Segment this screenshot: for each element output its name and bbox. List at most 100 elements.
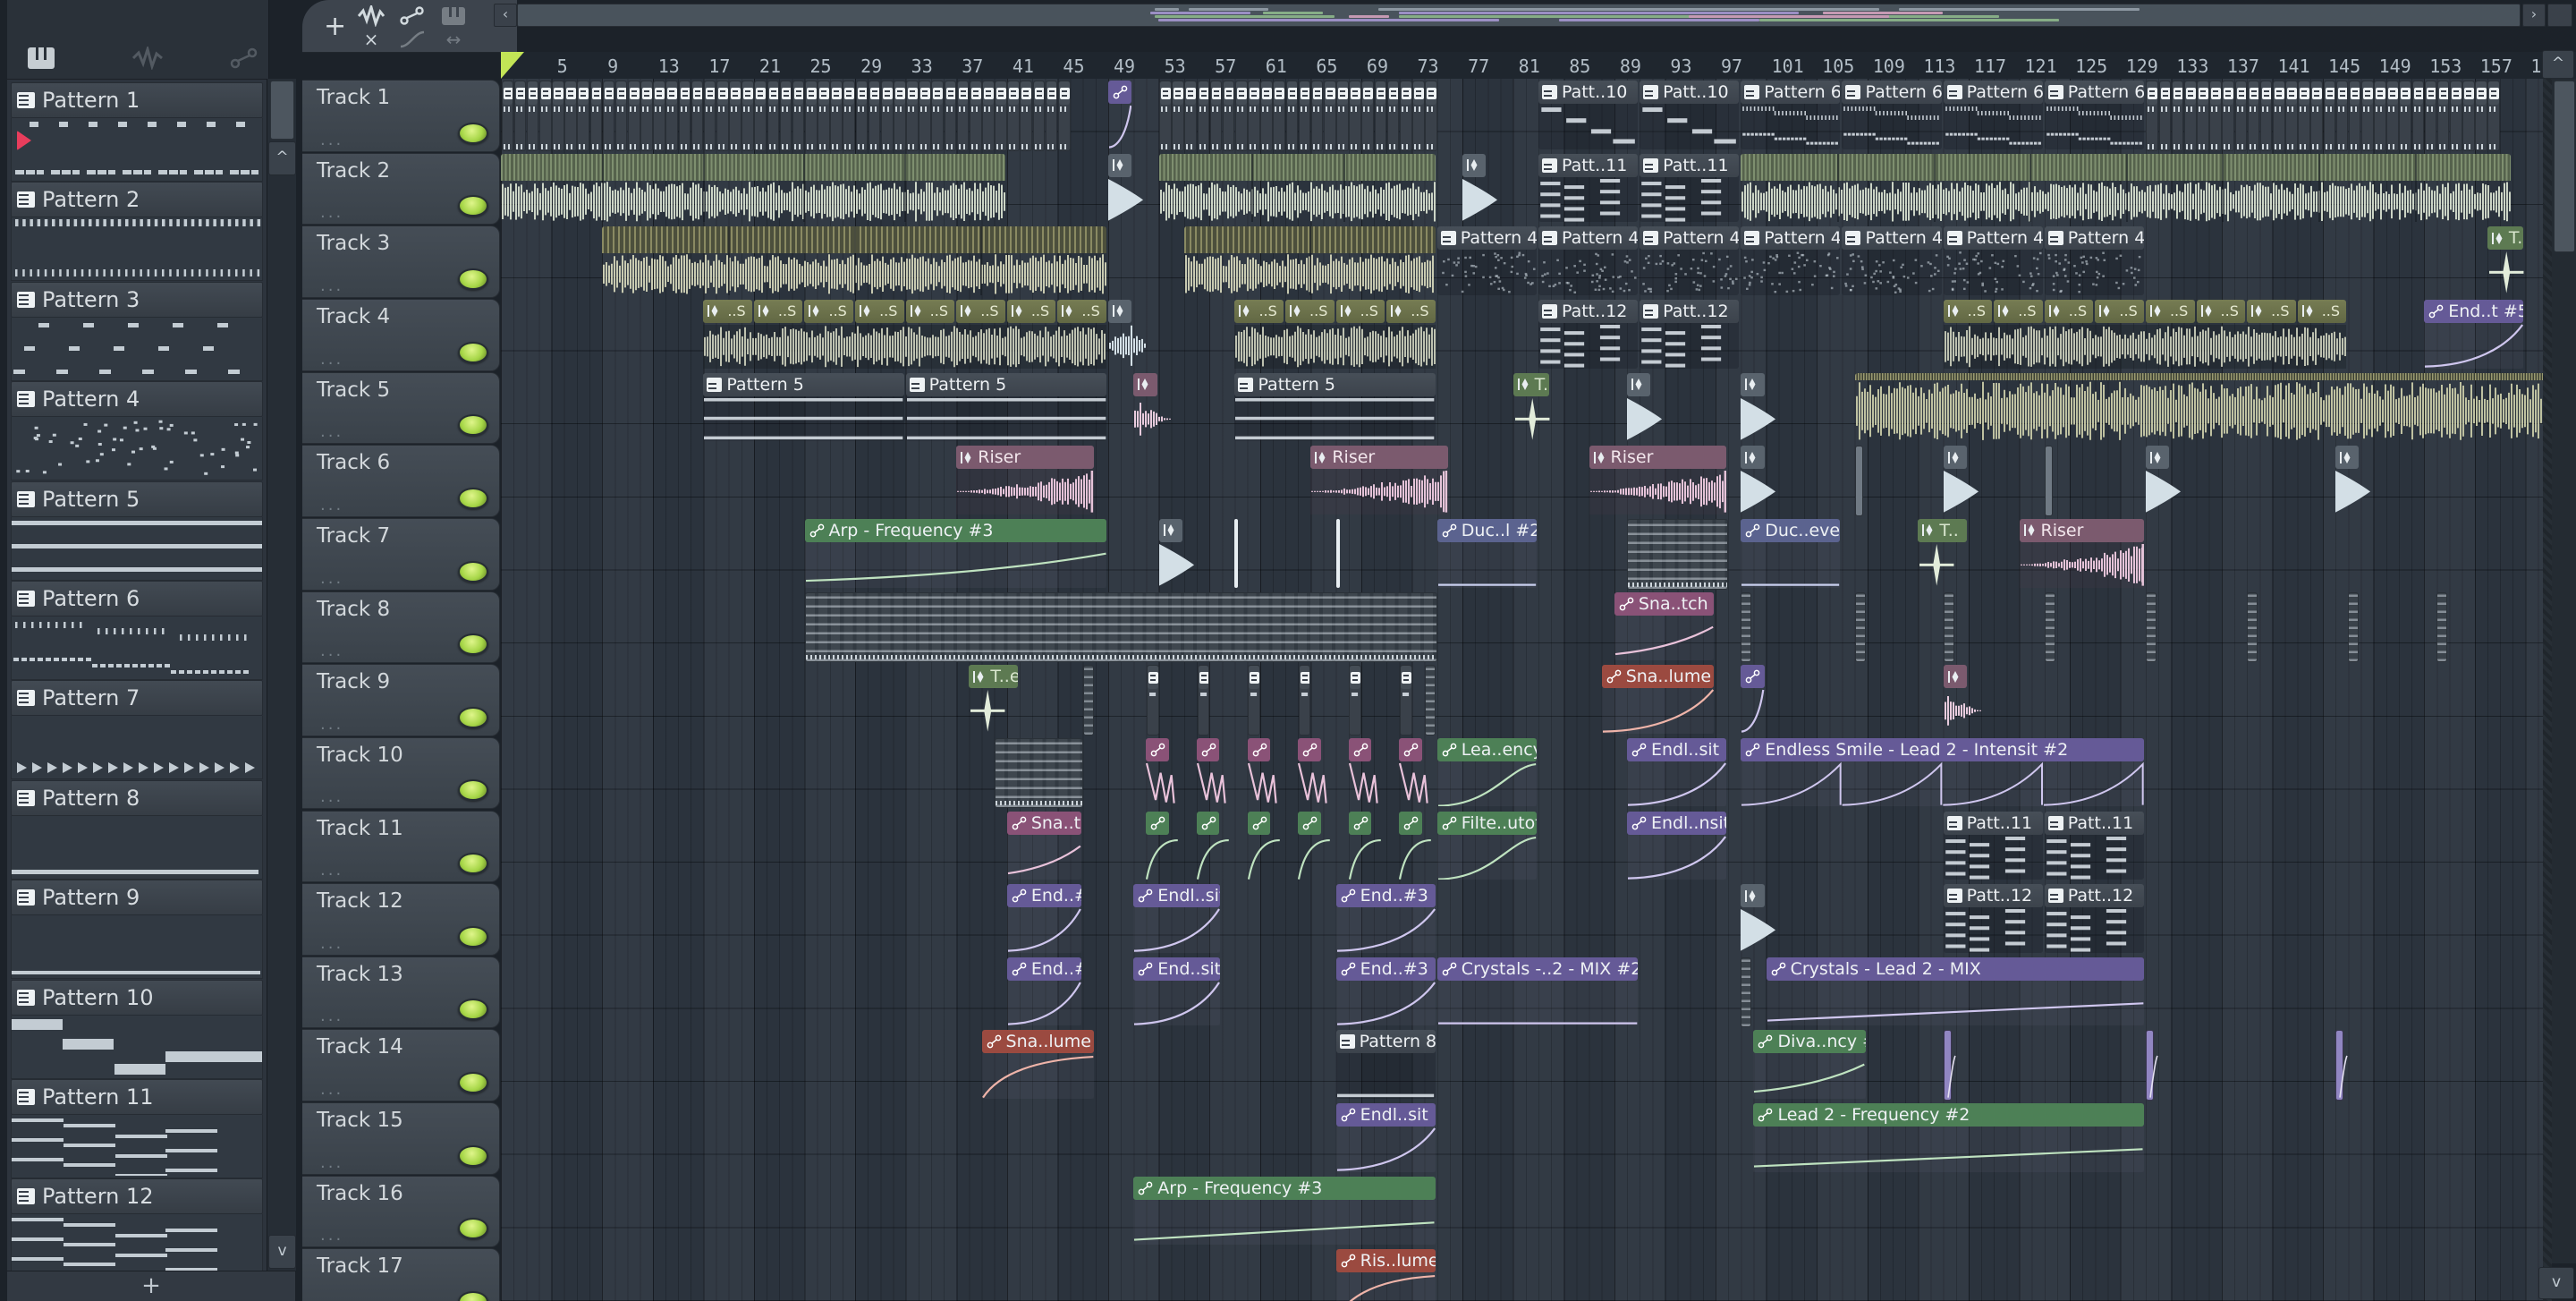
automation-clip[interactable]: Crystals -..2 - MIX #2 <box>1436 957 1639 1026</box>
sliced-clip-name-bar[interactable]: ..S <box>2297 299 2347 323</box>
pattern-clip-small[interactable] <box>1045 81 1058 151</box>
sliced-clip-name-bar[interactable]: ..S <box>2044 299 2094 323</box>
pattern-item-7[interactable]: Pattern 7 <box>11 680 263 780</box>
thin-clip[interactable] <box>1854 591 1866 663</box>
playlist-overview-scrollbar[interactable] <box>517 4 2521 27</box>
thin-clip[interactable] <box>1741 591 1752 663</box>
pattern-clip-small[interactable] <box>1399 665 1412 736</box>
automation-clip[interactable]: End..#3 <box>1335 884 1436 953</box>
clip-stub[interactable] <box>1158 518 1194 588</box>
track-mute-led[interactable] <box>458 853 488 875</box>
thin-clip[interactable] <box>1082 665 1094 736</box>
sliced-clip-name-bar[interactable]: ..S <box>1943 299 1993 323</box>
clip-stub[interactable]: T.. <box>2487 226 2524 295</box>
automation-clip[interactable]: Endl..sit <box>1335 1103 1436 1172</box>
track-mute-led[interactable] <box>458 1218 488 1240</box>
automation-stub[interactable] <box>1399 811 1432 880</box>
pattern-clip-small[interactable] <box>1184 81 1198 151</box>
automation-clip[interactable]: Diva..ncy #2 <box>1753 1030 1866 1100</box>
pattern-clip-small[interactable] <box>2436 81 2450 151</box>
thin-clip[interactable] <box>1943 1030 1956 1101</box>
riser-audio-clip[interactable]: Riser <box>2019 518 2144 588</box>
automation-stub[interactable] <box>1197 811 1230 880</box>
track-header-13[interactable]: Track 13... <box>302 956 500 1029</box>
clip-stub[interactable] <box>1133 372 1172 442</box>
pattern-clip[interactable]: Pattern 4 <box>1741 226 1841 295</box>
automation-stub[interactable] <box>1247 811 1281 880</box>
audio-clip[interactable] <box>501 153 1005 223</box>
track-header-5[interactable]: Track 5... <box>302 371 500 445</box>
pattern-clip[interactable]: Patt..11 <box>1538 153 1639 223</box>
pattern-clip-small[interactable] <box>843 81 856 151</box>
automation-source-icon[interactable] <box>399 5 426 27</box>
pattern-clip-small[interactable] <box>526 81 539 151</box>
track-mute-led[interactable] <box>458 925 488 948</box>
sliced-clip-name-bar[interactable]: ..S <box>905 299 955 323</box>
thin-clip[interactable] <box>1854 446 1863 516</box>
track-mute-led[interactable] <box>458 122 488 144</box>
track-mute-led[interactable] <box>458 999 488 1021</box>
track-header-15[interactable]: Track 15... <box>302 1102 500 1175</box>
automation-stub[interactable] <box>1348 737 1382 807</box>
pattern-clip-small[interactable] <box>602 81 615 151</box>
pattern-clip-small[interactable] <box>931 81 945 151</box>
pattern-item-11[interactable]: Pattern 11 <box>11 1079 263 1178</box>
pattern-clip-small[interactable] <box>855 81 869 151</box>
pattern-clip-small[interactable] <box>1007 81 1020 151</box>
pattern-clip[interactable]: Patt..12 <box>2044 884 2144 953</box>
pattern-clip[interactable]: Pattern 6 <box>1741 81 1841 149</box>
sliced-clip-name-bar[interactable]: ..S <box>2095 299 2144 323</box>
pattern-clip-small[interactable] <box>589 81 603 151</box>
track-header-12[interactable]: Track 12... <box>302 883 500 956</box>
track-mute-led[interactable] <box>458 1144 488 1167</box>
pattern-clip-small[interactable] <box>1349 665 1361 736</box>
track-header-7[interactable]: Track 7... <box>302 517 500 591</box>
thin-clip[interactable] <box>2335 1030 2348 1101</box>
playlist-grid[interactable]: Patt..10 Patt..10 Pattern 6 Pattern 6 Patter… <box>501 79 2543 1301</box>
audio-clip[interactable] <box>1183 226 1436 295</box>
horizontal-move-icon[interactable]: ↔ <box>440 29 467 50</box>
track-header-8[interactable]: Track 8... <box>302 591 500 664</box>
track-mute-led[interactable] <box>458 1072 488 1094</box>
track-mute-led[interactable] <box>458 414 488 437</box>
pattern-clip[interactable]: Patt..10 <box>1538 81 1639 149</box>
pattern-clip-small[interactable] <box>956 81 970 151</box>
pattern-clip-small[interactable] <box>2386 81 2399 151</box>
pattern-clip-small[interactable] <box>640 81 653 151</box>
pattern-item-2[interactable]: Pattern 2 <box>11 182 263 282</box>
pattern-clip-small[interactable] <box>691 81 704 151</box>
pattern-clip-small[interactable] <box>1273 81 1286 151</box>
piano-icon[interactable] <box>27 47 57 70</box>
pattern-clip[interactable]: Pattern 4 <box>1436 226 1537 295</box>
pattern-clip-small[interactable] <box>2209 81 2222 151</box>
pattern-clip-small[interactable] <box>1197 665 1210 736</box>
pattern-item-9[interactable]: Pattern 9 <box>11 880 263 980</box>
pattern-clip-small[interactable] <box>1146 665 1159 736</box>
pattern-clip-small[interactable] <box>2374 81 2386 151</box>
riser-audio-clip[interactable]: Riser <box>1310 446 1448 514</box>
pattern-clip-small[interactable] <box>729 81 741 151</box>
pattern-clip-small[interactable] <box>2247 81 2260 151</box>
pattern-clip-small[interactable] <box>830 81 843 151</box>
thin-clip[interactable] <box>1943 591 1954 663</box>
pattern-clip-small[interactable] <box>1323 81 1336 151</box>
automation-clip[interactable]: End..#3 <box>1335 957 1436 1026</box>
thin-clip[interactable] <box>1741 957 1752 1028</box>
track-header-11[interactable]: Track 11... <box>302 810 500 883</box>
pattern-clip[interactable]: Pattern 4 <box>1943 226 2043 295</box>
pattern-clip-small[interactable] <box>2399 81 2412 151</box>
automation-stub[interactable] <box>1298 811 1331 880</box>
pattern-clip-small[interactable] <box>1386 81 1400 151</box>
pattern-clip-small[interactable] <box>1374 81 1387 151</box>
pattern-clip-small[interactable] <box>1032 81 1046 151</box>
pattern-clip-small[interactable] <box>995 81 1007 151</box>
pattern-source-icon[interactable] <box>440 5 467 27</box>
sliced-clip-name-bar[interactable]: ..S <box>2145 299 2195 323</box>
scroll-right-button[interactable]: › <box>2522 4 2546 27</box>
clip-stub[interactable] <box>1943 446 1979 514</box>
step-pattern-clip[interactable] <box>1626 518 1729 590</box>
scroll-left-button[interactable]: ‹ <box>494 4 517 27</box>
thin-clip[interactable] <box>2145 1030 2158 1101</box>
pattern-item-4[interactable]: Pattern 4 <box>11 381 263 481</box>
pattern-clip-small[interactable] <box>906 81 919 151</box>
